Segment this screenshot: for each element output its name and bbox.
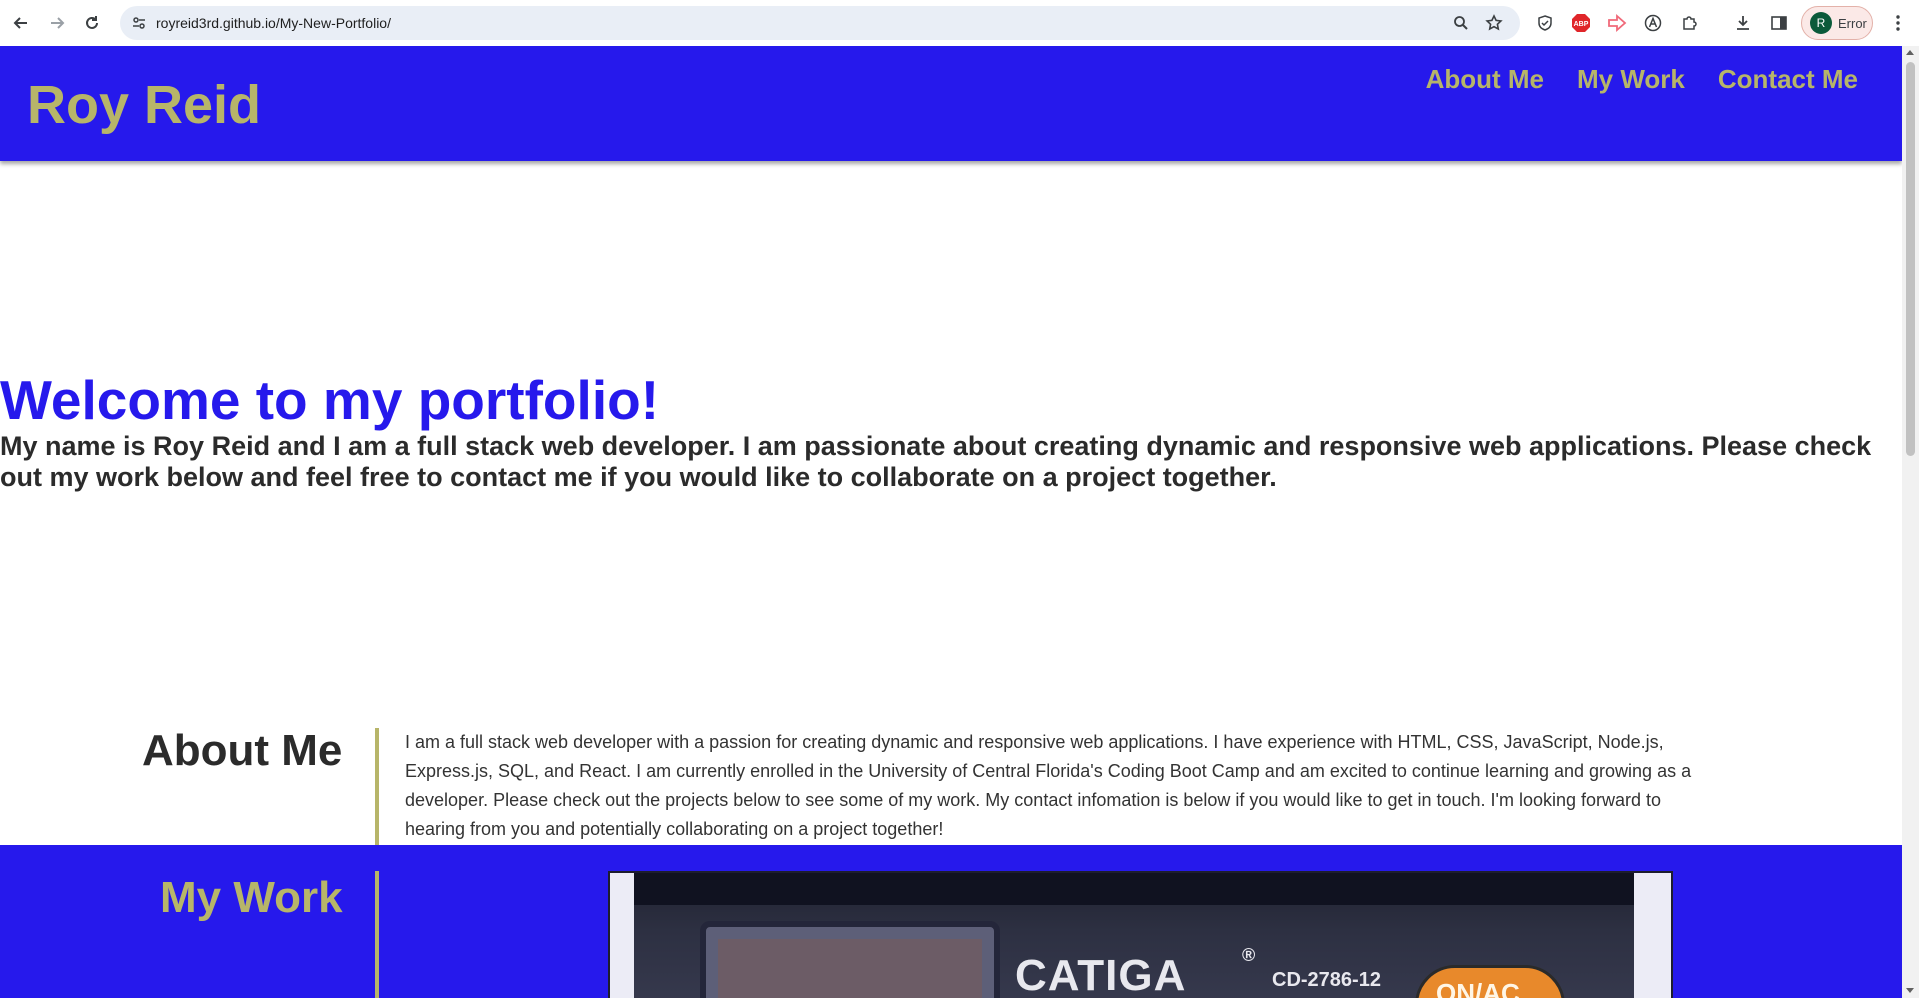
- shield-icon[interactable]: [1533, 11, 1557, 35]
- calculator-model: CD-2786-12: [1272, 969, 1381, 991]
- back-icon[interactable]: [9, 11, 33, 35]
- calculator-top: [634, 873, 1634, 905]
- forward-icon[interactable]: [45, 11, 69, 35]
- scroll-up-icon[interactable]: [1906, 50, 1914, 55]
- calculator-onac-label: ON/AC: [1436, 978, 1520, 998]
- hero-intro: My name is Roy Reid and I am a full stac…: [0, 431, 1872, 492]
- work-divider: [375, 871, 379, 998]
- site-nav: About Me My Work Contact Me: [1426, 64, 1858, 95]
- hero-title: Welcome to my portfolio!: [0, 369, 660, 431]
- about-text: I am a full stack web developer with a p…: [405, 732, 1692, 839]
- vertical-scrollbar[interactable]: [1902, 46, 1919, 998]
- work-section: My Work CATIGA ® CD-2786-12 ON/AC: [0, 845, 1902, 998]
- url-text[interactable]: royreid3rd.github.io/My-New-Portfolio/: [156, 15, 391, 31]
- site-header: Roy Reid About Me My Work Contact Me: [0, 46, 1902, 161]
- scrollbar-thumb[interactable]: [1906, 62, 1915, 456]
- side-panel-icon[interactable]: [1767, 11, 1791, 35]
- site-title: Roy Reid: [27, 75, 262, 135]
- nav-about-me[interactable]: About Me: [1426, 64, 1544, 95]
- nav-contact-me[interactable]: Contact Me: [1718, 64, 1858, 95]
- address-bar[interactable]: royreid3rd.github.io/My-New-Portfolio/: [120, 6, 1520, 40]
- bookmark-star-icon[interactable]: [1485, 14, 1503, 32]
- scroll-down-icon[interactable]: [1906, 988, 1914, 993]
- svg-text:ABP: ABP: [1574, 21, 1589, 28]
- calculator-registered: ®: [1242, 945, 1256, 965]
- calculator-brand: CATIGA: [1015, 951, 1187, 998]
- a-circle-icon[interactable]: [1641, 11, 1665, 35]
- calculator-onac-key: ON/AC: [1415, 965, 1565, 998]
- calculator-display-inner: [718, 939, 982, 998]
- project-card-calculator[interactable]: CATIGA ® CD-2786-12 ON/AC: [608, 871, 1673, 998]
- avatar: R: [1810, 12, 1832, 34]
- nav-my-work[interactable]: My Work: [1577, 64, 1685, 95]
- profile-button[interactable]: R Error: [1801, 6, 1873, 40]
- download-icon[interactable]: [1731, 11, 1755, 35]
- browser-toolbar: royreid3rd.github.io/My-New-Portfolio/ A…: [0, 0, 1919, 46]
- calculator-display: [700, 921, 1000, 998]
- work-heading: My Work: [160, 873, 343, 922]
- menu-kebab-icon[interactable]: [1886, 11, 1910, 35]
- zoom-icon[interactable]: [1452, 14, 1470, 32]
- puzzle-icon[interactable]: [1678, 11, 1702, 35]
- site-info-icon[interactable]: [130, 14, 148, 32]
- reload-icon[interactable]: [80, 11, 104, 35]
- arrow-extension-icon[interactable]: [1605, 11, 1629, 35]
- profile-status: Error: [1838, 15, 1867, 31]
- about-heading: About Me: [142, 726, 343, 775]
- abp-icon[interactable]: ABP: [1569, 11, 1593, 35]
- page-viewport: Roy Reid About Me My Work Contact Me Wel…: [0, 46, 1902, 998]
